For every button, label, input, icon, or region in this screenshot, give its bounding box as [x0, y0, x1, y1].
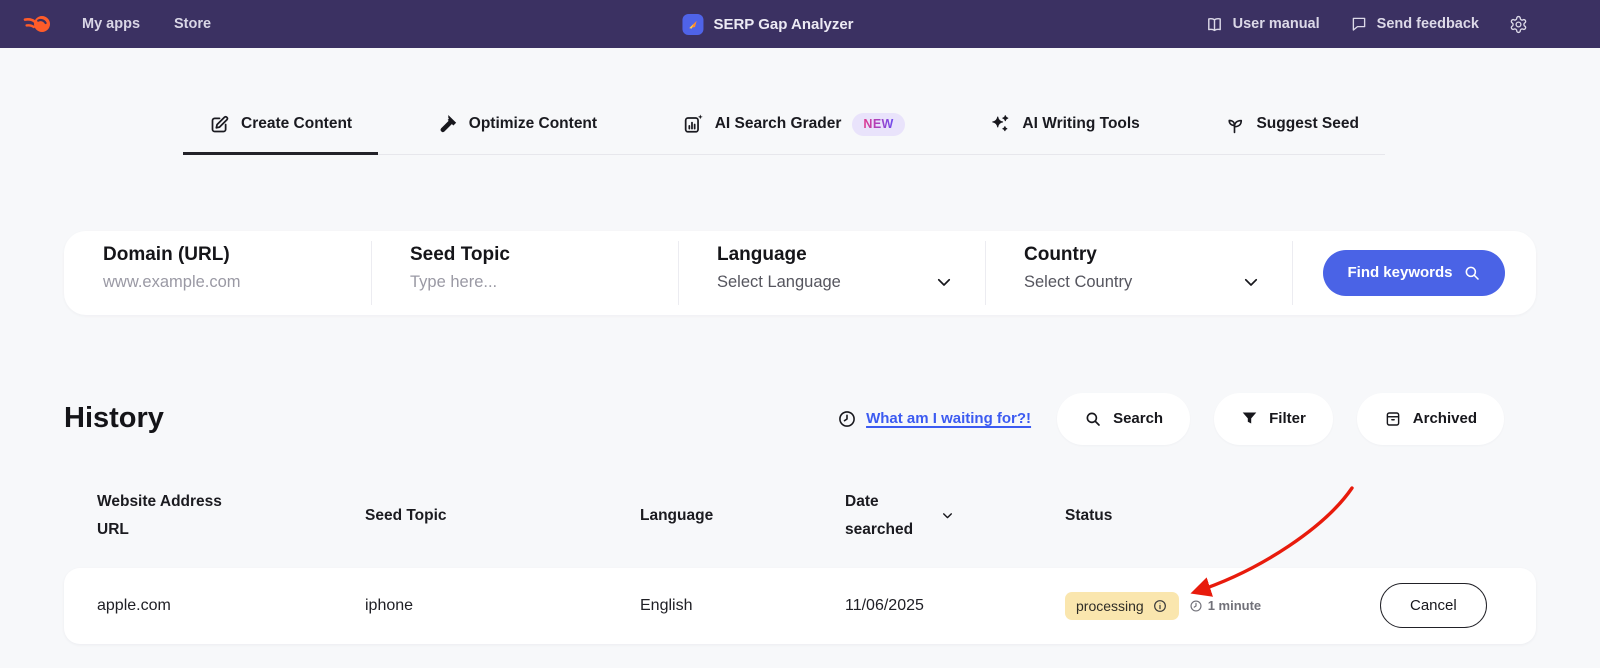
country-select[interactable]: Select Country	[1024, 273, 1272, 292]
semrush-logo-icon[interactable]	[22, 11, 52, 37]
sort-chevron-down-icon	[943, 513, 952, 519]
status-badge: processing	[1065, 591, 1179, 620]
tab-label: Suggest Seed	[1256, 115, 1359, 133]
header-status: Status	[1065, 506, 1113, 524]
clock-icon	[839, 410, 855, 427]
domain-url-input[interactable]	[103, 272, 351, 292]
row-seed-topic: iphone	[365, 596, 414, 614]
search-button-label: Search	[1113, 410, 1164, 427]
serp-gap-analyzer-icon	[682, 13, 704, 35]
row-date: 11/06/2025	[845, 596, 924, 614]
find-keywords-label: Find keywords	[1347, 264, 1453, 281]
nav-store[interactable]: Store	[174, 16, 211, 32]
keyword-search-form: Domain (URL) Seed Topic Language Select …	[64, 230, 1536, 315]
info-icon[interactable]	[1152, 598, 1168, 614]
search-button[interactable]: Search	[1057, 392, 1191, 445]
history-actions: What am I waiting for?! Search Filter Ar…	[837, 392, 1504, 445]
user-manual-label: User manual	[1232, 16, 1320, 32]
elapsed-time-label: 1 minute	[1207, 598, 1262, 613]
history-title: History	[64, 402, 164, 434]
archive-box-icon	[1386, 411, 1400, 426]
tab-label: Create Content	[241, 115, 353, 133]
topbar: My apps Store SERP Gap Analyzer User man…	[0, 0, 1600, 48]
clock-icon	[1190, 599, 1202, 612]
nav-my-apps[interactable]: My apps	[82, 16, 140, 32]
header-date-searched[interactable]: Date searched	[845, 488, 1065, 544]
chevron-down-icon	[1244, 278, 1258, 286]
row-status: processing 1 minute	[1065, 591, 1380, 620]
send-feedback-button[interactable]: Send feedback	[1350, 15, 1479, 33]
submit-zone: Find keywords	[1292, 231, 1536, 315]
field-domain-url: Domain (URL)	[64, 231, 371, 315]
chevron-down-icon	[937, 278, 951, 286]
topbar-right: User manual Send feedback	[1205, 15, 1576, 34]
app-title: SERP Gap Analyzer	[713, 15, 854, 33]
seed-topic-label: Seed Topic	[410, 243, 510, 265]
find-keywords-button[interactable]: Find keywords	[1323, 249, 1505, 296]
user-manual-button[interactable]: User manual	[1205, 15, 1320, 34]
archived-button-label: Archived	[1412, 410, 1477, 427]
table-row: apple.com iphone English 11/06/2025 proc…	[64, 567, 1536, 644]
settings-gear-icon[interactable]	[1509, 15, 1528, 34]
field-country: Country Select Country	[985, 231, 1292, 315]
search-icon	[1465, 266, 1479, 280]
tab-ai-writing-tools[interactable]: AI Writing Tools	[963, 98, 1165, 154]
seed-topic-input[interactable]	[410, 272, 658, 292]
send-feedback-label: Send feedback	[1376, 16, 1479, 32]
domain-url-label: Domain (URL)	[103, 243, 230, 265]
tab-ai-search-grader[interactable]: AI Search Grader NEW	[656, 98, 931, 154]
tab-label: Optimize Content	[468, 115, 598, 133]
history-table-header: Website Address URL Seed Topic Language …	[64, 481, 1536, 551]
archived-button[interactable]: Archived	[1356, 392, 1504, 445]
header-seed-topic: Seed Topic	[365, 506, 447, 524]
cancel-button[interactable]: Cancel	[1380, 583, 1487, 628]
search-icon	[1086, 412, 1100, 426]
tab-label: AI Writing Tools	[1022, 115, 1140, 133]
tab-suggest-seed[interactable]: Suggest Seed	[1198, 98, 1385, 154]
content-tabs: Create Content Optimize Content AI Searc…	[183, 98, 1385, 155]
header-language: Language	[640, 506, 714, 524]
history-header: History What am I waiting for?! Search F…	[64, 392, 1536, 445]
language-select[interactable]: Select Language	[717, 273, 965, 292]
row-language: English	[640, 596, 693, 614]
row-website: apple.com	[97, 596, 171, 614]
topbar-nav: My apps Store	[82, 16, 211, 32]
filter-button-label: Filter	[1269, 410, 1306, 427]
language-select-value: Select Language	[717, 272, 841, 291]
elapsed-time: 1 minute	[1189, 598, 1261, 613]
header-date-label: Date searched	[845, 492, 914, 538]
tab-optimize-content[interactable]: Optimize Content	[411, 98, 623, 154]
field-language: Language Select Language	[678, 231, 985, 315]
tab-create-content[interactable]: Create Content	[183, 98, 379, 154]
new-badge: NEW	[852, 113, 905, 136]
language-label: Language	[717, 243, 807, 265]
tab-label: AI Search Grader	[714, 115, 842, 133]
waiting-link-label: What am I waiting for?!	[866, 410, 1032, 427]
field-seed-topic: Seed Topic	[371, 231, 678, 315]
header-website-address-url: Website Address URL	[97, 492, 222, 538]
filter-button[interactable]: Filter	[1214, 392, 1333, 445]
waiting-info-link[interactable]: What am I waiting for?!	[837, 409, 1031, 429]
filter-funnel-icon	[1242, 412, 1257, 424]
country-label: Country	[1024, 243, 1097, 265]
status-badge-label: processing	[1076, 597, 1144, 614]
app-title-group: SERP Gap Analyzer	[682, 13, 854, 35]
country-select-value: Select Country	[1024, 272, 1133, 291]
